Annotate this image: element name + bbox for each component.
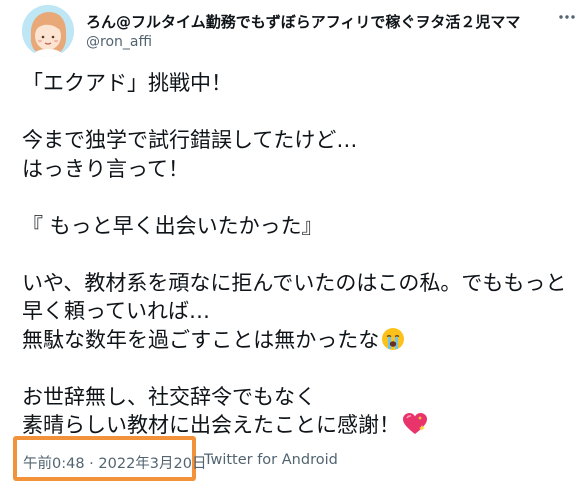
tweet-line: 「エクアド」挑戦中！ xyxy=(22,71,232,95)
tweet-text: 「エクアド」挑戦中！ 今まで独学で試行錯誤してたけど… はっきり言って！ 『 も… xyxy=(22,69,570,440)
more-options-icon[interactable] xyxy=(558,8,576,26)
tweet-line-text: 素晴らしい教材に出会えたことに感謝！ xyxy=(22,413,400,437)
tweet-line: いや、教材系を頑なに拒んでいたのはこの私。でももっと早く頼っていれば… xyxy=(22,270,567,324)
author-display-name[interactable]: ろん@フルタイム勤務でもずぼらアフィリで稼ぐヲタ活２児ママ xyxy=(86,11,520,32)
tweet-line-text: 無駄な数年を過ごすことは無かったな xyxy=(22,327,380,352)
tweet-line: 『 もっと早く出会いたかった』 xyxy=(22,213,323,238)
tweet-line: 今まで独学で試行錯誤してたけど… xyxy=(22,128,358,152)
crying-face-icon xyxy=(381,327,405,359)
tweet-line: お世辞無し、社交辞令でもなく xyxy=(22,384,316,409)
sparkling-heart-icon xyxy=(402,412,428,444)
tweet-source[interactable]: Twitter for Android xyxy=(204,452,338,468)
author-handle[interactable]: @ron_affi xyxy=(86,34,152,50)
tweet-line-with-emoji: 無駄な数年を過ごすことは無かったな xyxy=(22,326,570,355)
tweet-timestamp[interactable]: 午前0:48 · 2022年3月20日 xyxy=(23,452,206,473)
avatar[interactable] xyxy=(22,5,74,57)
tweet-card: ろん@フルタイム勤務でもずぼらアフィリで稼ぐヲタ活２児ママ @ron_affi … xyxy=(0,0,579,490)
tweet-line: はっきり言って！ xyxy=(22,156,189,181)
avatar-illustration-icon xyxy=(22,5,74,57)
